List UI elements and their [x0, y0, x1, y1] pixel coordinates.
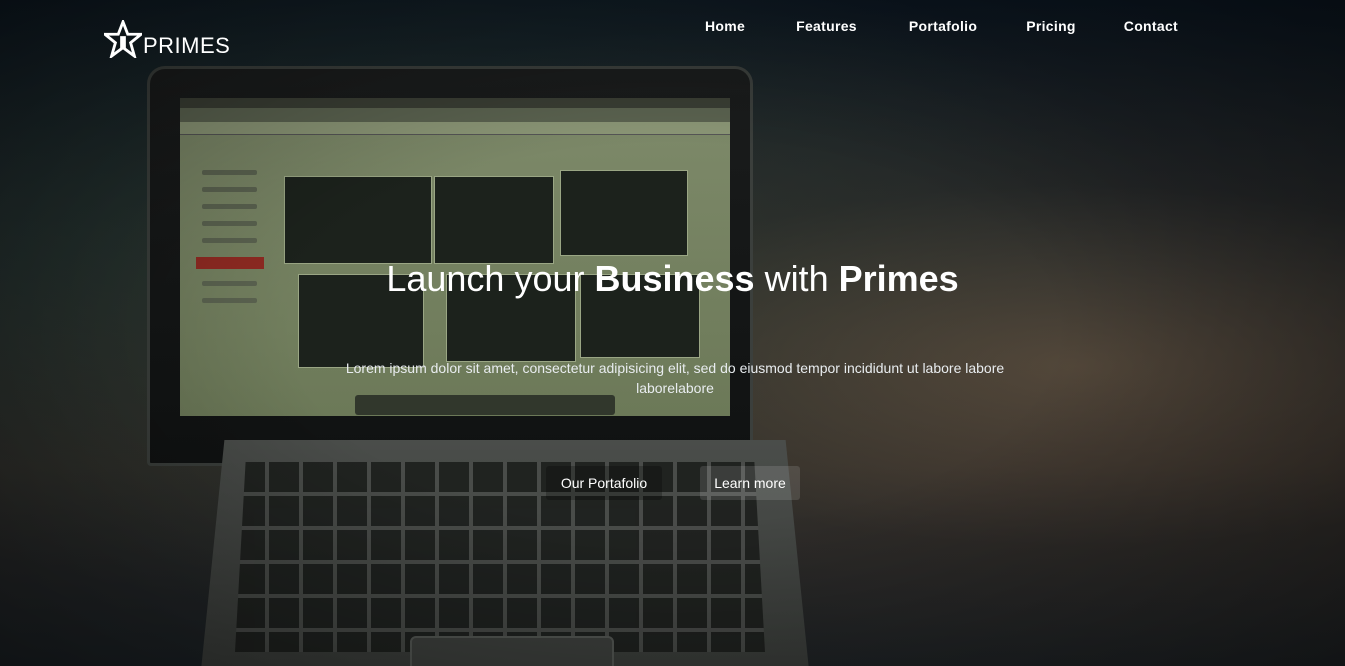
laptop-keyboard	[235, 462, 765, 652]
learn-more-button[interactable]: Learn more	[700, 466, 800, 500]
nav-item-pricing[interactable]: Pricing	[1026, 17, 1076, 35]
our-portfolio-button[interactable]: Our Portafolio	[546, 466, 662, 500]
headline-bold-2: Primes	[838, 258, 959, 299]
hero-headline: Launch your Business with Primes	[0, 258, 1345, 300]
headline-text-1: Launch your	[386, 258, 595, 299]
screen-dock	[355, 395, 615, 415]
brand-logo[interactable]: PRIMES	[104, 20, 230, 58]
nav-item-features[interactable]: Features	[796, 17, 857, 35]
nav-item-home[interactable]: Home	[705, 17, 745, 35]
star-icon	[104, 20, 142, 58]
hero-subtext: Lorem ipsum dolor sit amet, consectetur …	[345, 360, 1005, 396]
nav-item-portafolio[interactable]: Portafolio	[909, 17, 977, 35]
hero-section: PRIMES Home Features Portafolio Pricing …	[0, 0, 1345, 666]
nav-item-contact[interactable]: Contact	[1124, 17, 1178, 35]
main-nav: Home Features Portafolio Pricing Contact	[680, 17, 1178, 35]
headline-text-2: with	[754, 258, 839, 299]
laptop-trackpad	[410, 636, 614, 666]
brand-name: PRIMES	[143, 33, 231, 58]
headline-bold-1: Business	[594, 258, 755, 299]
